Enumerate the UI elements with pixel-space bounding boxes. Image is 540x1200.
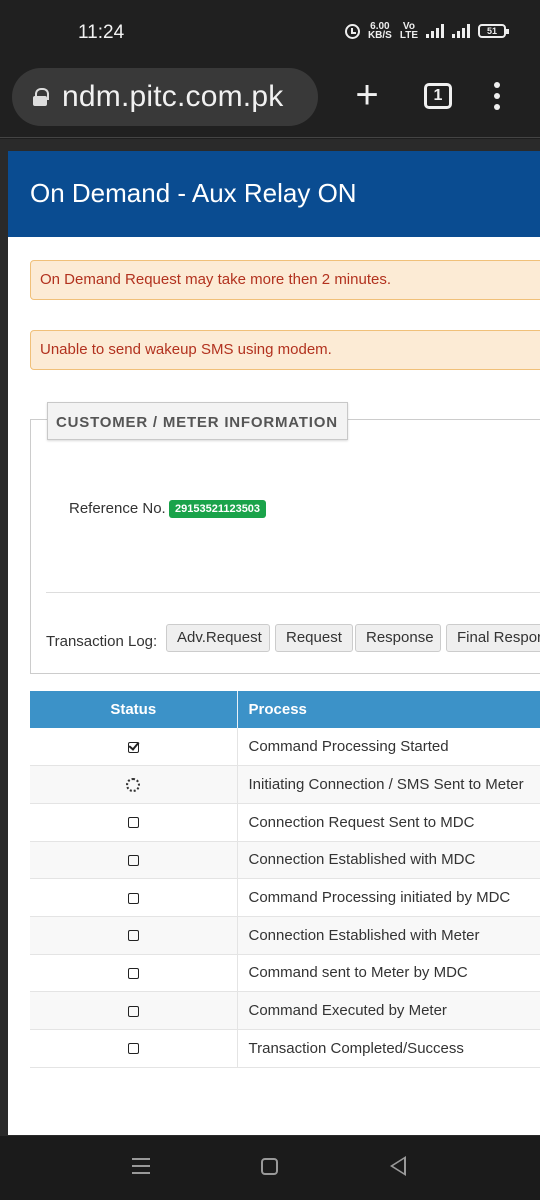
process-name: Command Processing Started bbox=[237, 728, 540, 767]
alert-sms-error: Unable to send wakeup SMS using modem. bbox=[30, 330, 540, 370]
back-icon[interactable] bbox=[390, 1156, 406, 1176]
process-name: Initiating Connection / SMS Sent to Mete… bbox=[237, 765, 540, 804]
unchecked-checkbox-icon bbox=[127, 854, 139, 866]
process-header: Process bbox=[237, 691, 540, 728]
status-bar: 11:24 6.00 KB/S Vo LTE 51 bbox=[0, 0, 540, 66]
new-tab-icon[interactable]: + bbox=[350, 75, 384, 116]
adv-request-button[interactable]: Adv.Request bbox=[166, 624, 270, 652]
android-nav-bar bbox=[0, 1136, 540, 1200]
transaction-log-label: Transaction Log: bbox=[46, 633, 158, 650]
table-row: Initiating Connection / SMS Sent to Mete… bbox=[30, 765, 540, 804]
table-row: Connection Established with Meter bbox=[30, 916, 540, 955]
status-icons: 6.00 KB/S Vo LTE 51 bbox=[344, 21, 509, 41]
status-header: Status bbox=[30, 691, 238, 728]
reference-badge: 29153521123503 bbox=[169, 500, 267, 518]
process-status-table: Status Process Command Processing Starte… bbox=[30, 691, 540, 1068]
unchecked-checkbox-icon bbox=[127, 1005, 139, 1017]
alarm-icon bbox=[344, 23, 360, 39]
process-name: Command Executed by Meter bbox=[237, 991, 540, 1030]
web-page: On Demand - Aux Relay ON On Demand Reque… bbox=[0, 139, 540, 1139]
loading-spinner-icon bbox=[126, 778, 141, 793]
signal-icon bbox=[426, 24, 444, 38]
unchecked-checkbox-icon bbox=[127, 968, 139, 979]
unchecked-checkbox-icon bbox=[127, 817, 139, 829]
modal-dialog: On Demand - Aux Relay ON On Demand Reque… bbox=[8, 151, 540, 1135]
reference-label: Reference No. bbox=[69, 500, 166, 517]
process-name: Command sent to Meter by MDC bbox=[237, 954, 540, 993]
home-icon[interactable] bbox=[261, 1158, 278, 1175]
modal-title: On Demand - Aux Relay ON bbox=[30, 178, 357, 208]
process-name: Connection Established with Meter bbox=[237, 916, 540, 955]
address-bar[interactable]: ndm.pitc.com.pk bbox=[12, 68, 318, 126]
tab-switcher-icon[interactable]: 1 bbox=[424, 83, 452, 109]
more-menu-icon[interactable] bbox=[492, 82, 502, 112]
alert-time-warning: On Demand Request may take more then 2 m… bbox=[30, 260, 540, 300]
lock-icon bbox=[32, 88, 49, 106]
divider bbox=[46, 592, 540, 593]
table-row: Transaction Completed/Success bbox=[30, 1029, 540, 1068]
final-response-button[interactable]: Final Respor bbox=[446, 624, 540, 652]
process-name: Connection Established with MDC bbox=[237, 841, 540, 880]
request-button[interactable]: Request bbox=[275, 624, 353, 652]
table-row: Command Processing initiated by MDC bbox=[30, 878, 540, 917]
customer-meter-info-panel: CUSTOMER / METER INFORMATION Reference N… bbox=[30, 402, 540, 674]
unchecked-checkbox-icon bbox=[127, 892, 139, 904]
table-row: Command sent to Meter by MDC bbox=[30, 954, 540, 993]
unchecked-checkbox-icon bbox=[127, 1043, 139, 1055]
network-speed-unit: KB/S bbox=[367, 30, 392, 41]
response-button[interactable]: Response bbox=[355, 624, 441, 652]
url-text: ndm.pitc.com.pk bbox=[62, 80, 284, 113]
battery-icon: 51 bbox=[478, 24, 509, 38]
volte-icon: Vo LTE bbox=[399, 21, 418, 41]
process-name: Connection Request Sent to MDC bbox=[237, 803, 540, 842]
clock: 11:24 bbox=[78, 22, 125, 43]
panel-legend: CUSTOMER / METER INFORMATION bbox=[47, 402, 348, 440]
recent-apps-icon[interactable] bbox=[132, 1158, 150, 1174]
unchecked-checkbox-icon bbox=[127, 930, 139, 942]
network-speed: 6.00 KB/S bbox=[367, 22, 392, 41]
signal-h-icon bbox=[452, 24, 470, 38]
modal-header: On Demand - Aux Relay ON bbox=[8, 151, 540, 237]
checked-checkbox-icon bbox=[127, 741, 139, 753]
process-name: Transaction Completed/Success bbox=[237, 1029, 540, 1068]
table-row: Command Executed by Meter bbox=[30, 991, 540, 1030]
table-row: Command Processing Started bbox=[30, 728, 540, 767]
table-row: Connection Request Sent to MDC bbox=[30, 803, 540, 842]
process-name: Command Processing initiated by MDC bbox=[237, 878, 540, 917]
table-row: Connection Established with MDC bbox=[30, 841, 540, 880]
browser-toolbar: ndm.pitc.com.pk + 1 bbox=[0, 66, 540, 138]
